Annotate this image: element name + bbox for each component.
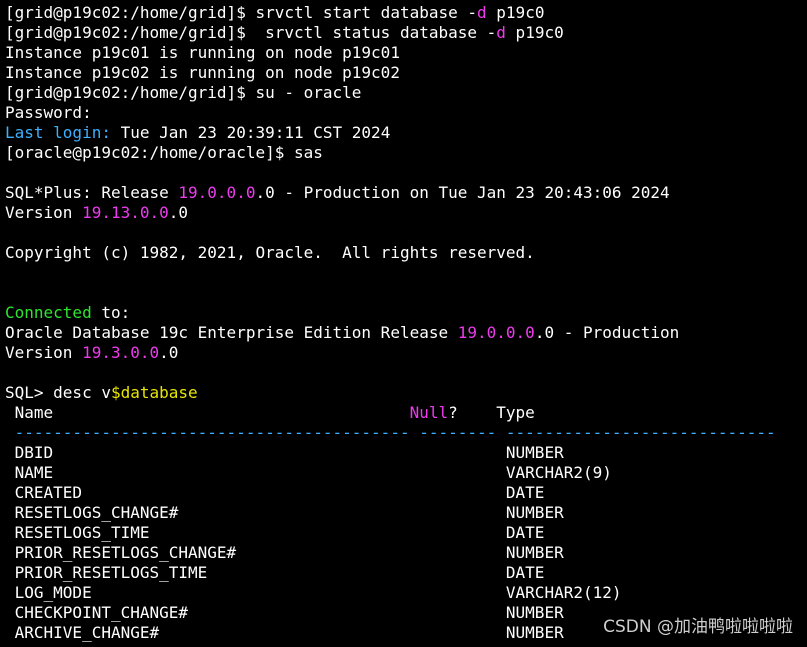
- terminal-text-segment: Instance p19c01 is running on node p19c0…: [5, 43, 400, 62]
- terminal-text-segment: 19.3.0.0: [82, 343, 160, 362]
- terminal-text-segment: RESETLOGS_CHANGE# NUMBER: [5, 503, 564, 522]
- terminal-line: SQL*Plus: Release 19.0.0.0.0 - Productio…: [5, 183, 670, 203]
- terminal-text-segment: 19.13.0.0: [82, 203, 169, 222]
- terminal-text-segment: .0 - Production: [534, 323, 680, 342]
- terminal-text-segment: LOG_MODE VARCHAR2(12): [5, 583, 622, 602]
- terminal-line: DBID NUMBER: [5, 443, 564, 463]
- terminal-text-segment: .0 - Production on Tue Jan 23 20:43:06 2…: [255, 183, 670, 202]
- terminal-text-segment: SQL*Plus: Release: [5, 183, 179, 202]
- terminal-line: LOG_MODE VARCHAR2(12): [5, 583, 622, 603]
- terminal-line: PRIOR_RESETLOGS_TIME DATE: [5, 563, 545, 583]
- terminal-line: CREATED DATE: [5, 483, 545, 503]
- terminal-text-segment: [oracle@p19c02:/home/oracle]$ sas: [5, 143, 323, 162]
- terminal-text-segment: .0: [168, 203, 189, 222]
- terminal-text-segment: [grid@p19c02:/home/grid]$ su - oracle: [5, 83, 362, 102]
- terminal-line: Instance p19c02 is running on node p19c0…: [5, 63, 400, 83]
- terminal-window[interactable]: [grid@p19c02:/home/grid]$ srvctl start d…: [0, 0, 807, 647]
- terminal-text-segment: Copyright (c) 1982, 2021, Oracle. All ri…: [5, 243, 535, 262]
- terminal-text-segment: PRIOR_RESETLOGS_CHANGE# NUMBER: [5, 543, 564, 562]
- terminal-text-segment: Password:: [5, 103, 92, 122]
- terminal-line: Copyright (c) 1982, 2021, Oracle. All ri…: [5, 243, 535, 263]
- terminal-text-segment: Tue Jan 23 20:39:11 CST 2024: [110, 123, 391, 142]
- terminal-line: RESETLOGS_TIME DATE: [5, 523, 545, 543]
- terminal-text-segment: to:: [91, 303, 131, 322]
- terminal-text-segment: p19c0: [505, 23, 564, 42]
- terminal-text-segment: Instance p19c02 is running on node p19c0…: [5, 63, 400, 82]
- terminal-text-segment: [grid@p19c02:/home/grid]$ srvctl status …: [5, 23, 497, 42]
- terminal-text-segment: $database: [110, 383, 198, 402]
- terminal-text-segment: Oracle Database 19c Enterprise Edition R…: [5, 323, 458, 342]
- terminal-text-segment: CREATED DATE: [5, 483, 545, 502]
- terminal-line: Version 19.3.0.0.0: [5, 343, 178, 363]
- terminal-line: [grid@p19c02:/home/grid]$ su - oracle: [5, 83, 361, 103]
- terminal-line: Oracle Database 19c Enterprise Edition R…: [5, 323, 679, 343]
- terminal-text-segment: SQL> desc v: [5, 383, 111, 402]
- terminal-text-segment: PRIOR_RESETLOGS_TIME DATE: [5, 563, 545, 582]
- terminal-line: Name Null? Type: [5, 403, 535, 423]
- terminal-text-segment: Last login:: [5, 123, 111, 142]
- watermark-text: CSDN @加油鸭啦啦啦啦: [603, 617, 793, 637]
- terminal-text-segment: .0: [159, 343, 179, 362]
- terminal-line: [oracle@p19c02:/home/oracle]$ sas: [5, 143, 323, 163]
- terminal-text-segment: d: [496, 23, 506, 42]
- terminal-line: ----------------------------------------…: [5, 423, 776, 443]
- terminal-line: Version 19.13.0.0.0: [5, 203, 188, 223]
- terminal-line: SQL> desc v$database: [5, 383, 198, 403]
- terminal-line: RESETLOGS_CHANGE# NUMBER: [5, 503, 564, 523]
- terminal-text-segment: Name: [5, 403, 410, 422]
- terminal-text-segment: p19c0: [486, 3, 545, 22]
- terminal-text-segment: 19.0.0.0: [178, 183, 256, 202]
- terminal-line: Password:: [5, 103, 92, 123]
- terminal-text-segment: DBID NUMBER: [5, 443, 564, 462]
- terminal-text-segment: [grid@p19c02:/home/grid]$ srvctl start d…: [5, 3, 478, 22]
- terminal-text-segment: ARCHIVE_CHANGE# NUMBER: [5, 623, 564, 642]
- terminal-line: Last login: Tue Jan 23 20:39:11 CST 2024: [5, 123, 390, 143]
- terminal-line: Connected to:: [5, 303, 130, 323]
- terminal-text-segment: ? Type: [448, 403, 535, 422]
- terminal-text-segment: Version: [5, 203, 83, 222]
- terminal-text-segment: CHECKPOINT_CHANGE# NUMBER: [5, 603, 564, 622]
- terminal-line: PRIOR_RESETLOGS_CHANGE# NUMBER: [5, 543, 564, 563]
- terminal-text-segment: RESETLOGS_TIME DATE: [5, 523, 545, 542]
- terminal-line: CHECKPOINT_CHANGE# NUMBER: [5, 603, 564, 623]
- terminal-text-segment: d: [477, 3, 487, 22]
- terminal-line: NAME VARCHAR2(9): [5, 463, 612, 483]
- terminal-line: [grid@p19c02:/home/grid]$ srvctl status …: [5, 23, 564, 43]
- terminal-line: [grid@p19c02:/home/grid]$ srvctl start d…: [5, 3, 544, 23]
- terminal-text-segment: ----------------------------------------…: [5, 423, 776, 442]
- terminal-text-segment: Connected: [5, 303, 92, 322]
- terminal-line: Instance p19c01 is running on node p19c0…: [5, 43, 400, 63]
- terminal-text-segment: 19.0.0.0: [457, 323, 535, 342]
- terminal-text-segment: Null: [409, 403, 449, 422]
- terminal-line: ARCHIVE_CHANGE# NUMBER: [5, 623, 564, 643]
- terminal-text-segment: Version: [5, 343, 83, 362]
- terminal-text-segment: NAME VARCHAR2(9): [5, 463, 612, 482]
